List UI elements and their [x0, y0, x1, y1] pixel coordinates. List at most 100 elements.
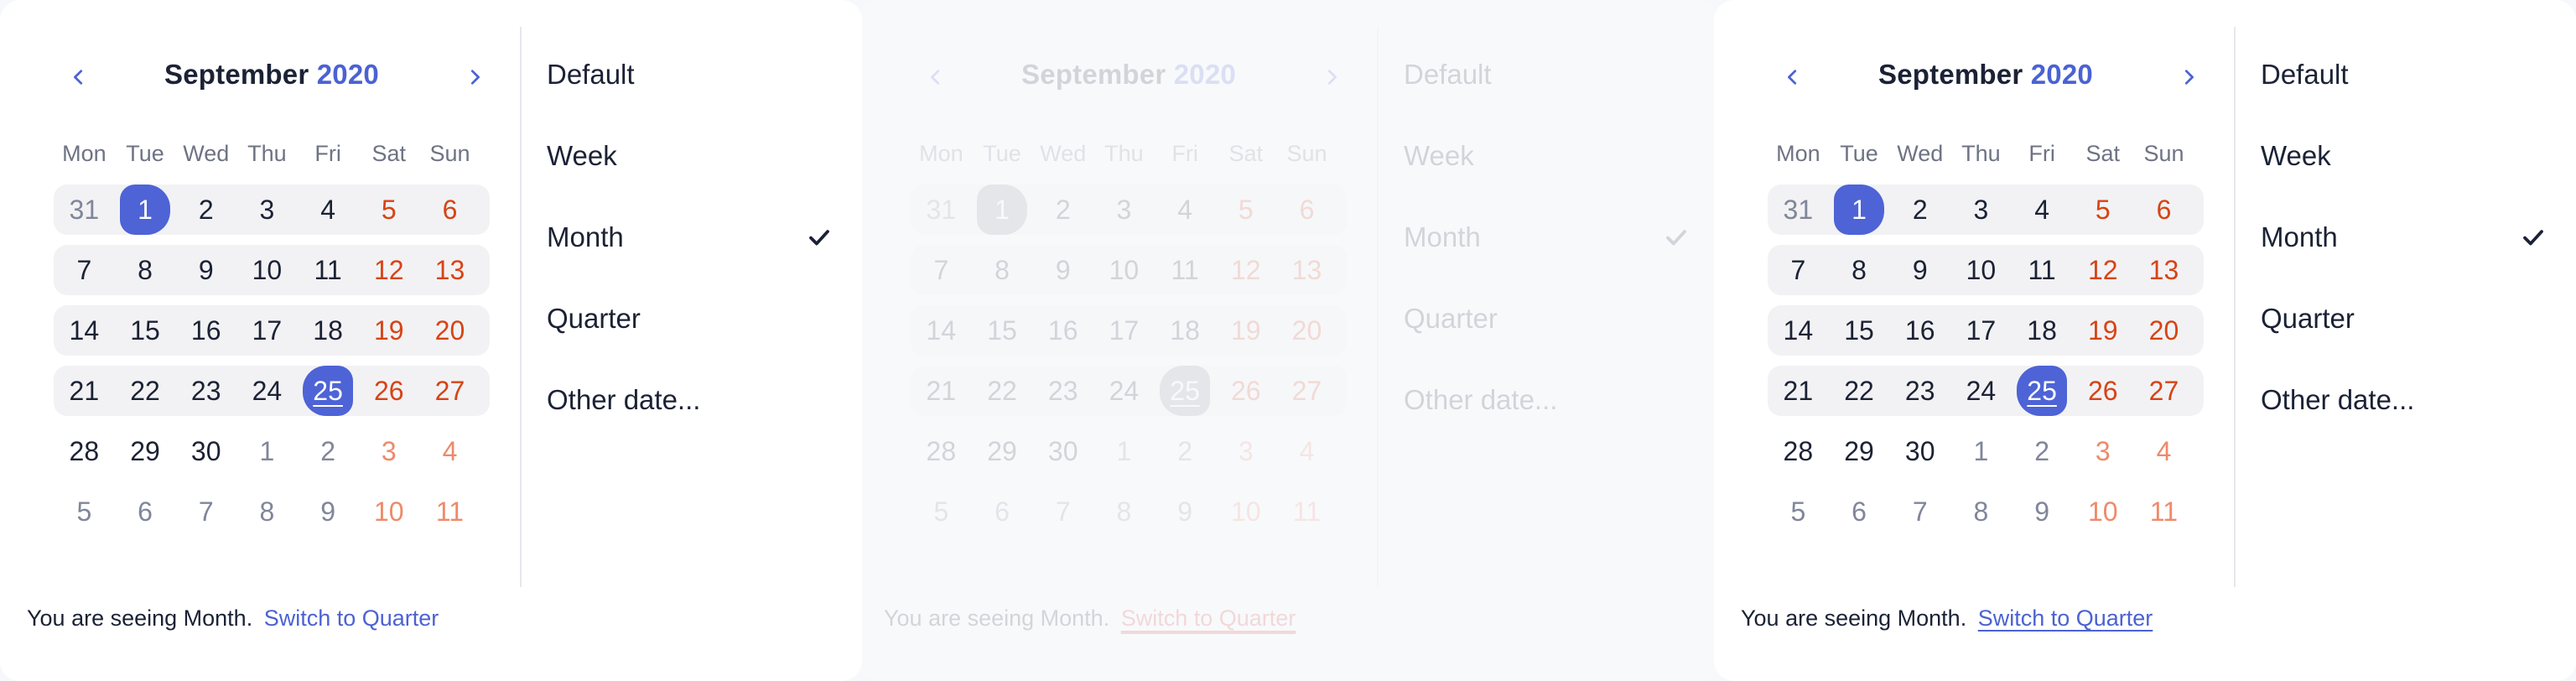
day-cell[interactable]: 31	[54, 185, 115, 235]
day-cell[interactable]: 15	[972, 305, 1033, 356]
day-cell[interactable]: 12	[1215, 245, 1276, 295]
day-cell[interactable]: 5	[54, 486, 115, 537]
day-cell[interactable]: 6	[972, 486, 1033, 537]
day-cell[interactable]: 21	[54, 366, 115, 416]
menu-item-month[interactable]: Month	[547, 213, 832, 294]
day-cell[interactable]: 27	[419, 366, 480, 416]
menu-item-quarter[interactable]: Quarter	[547, 294, 832, 376]
day-cell[interactable]: 3	[1215, 426, 1276, 476]
day-cell[interactable]: 7	[1889, 486, 1950, 537]
day-cell[interactable]: 3	[358, 426, 419, 476]
day-cell[interactable]: 11	[298, 245, 359, 295]
day-cell[interactable]: 16	[1889, 305, 1950, 356]
day-cell[interactable]: 9	[1032, 245, 1093, 295]
day-cell[interactable]: 2	[175, 185, 236, 235]
day-cell[interactable]: 12	[2072, 245, 2133, 295]
day-cell[interactable]: 14	[1768, 305, 1829, 356]
day-cell[interactable]: 21	[1768, 366, 1829, 416]
day-cell[interactable]: 5	[911, 486, 972, 537]
menu-item-other-date[interactable]: Other date...	[2261, 376, 2546, 457]
day-cell[interactable]: 8	[1950, 486, 2012, 537]
day-cell[interactable]: 1	[236, 426, 298, 476]
day-cell[interactable]: 23	[175, 366, 236, 416]
day-cell[interactable]: 20	[2133, 305, 2194, 356]
day-cell[interactable]: 12	[358, 245, 419, 295]
day-cell[interactable]: 16	[175, 305, 236, 356]
day-cell[interactable]: 10	[236, 245, 298, 295]
day-cell[interactable]: 17	[1950, 305, 2012, 356]
day-cell[interactable]: 10	[1215, 486, 1276, 537]
day-cell[interactable]: 24	[1093, 366, 1155, 416]
day-cell[interactable]: 10	[1950, 245, 2012, 295]
day-cell[interactable]: 28	[54, 426, 115, 476]
switch-to-quarter-link[interactable]: Switch to Quarter	[264, 606, 439, 631]
menu-item-default[interactable]: Default	[547, 50, 832, 132]
day-cell[interactable]: 2	[1032, 185, 1093, 235]
day-cell[interactable]: 21	[911, 366, 972, 416]
day-range-end[interactable]: 25	[1155, 366, 1216, 416]
day-cell[interactable]: 2	[1889, 185, 1950, 235]
day-cell[interactable]: 27	[2133, 366, 2194, 416]
day-cell[interactable]: 4	[1276, 426, 1337, 476]
day-cell[interactable]: 9	[1155, 486, 1216, 537]
day-range-start[interactable]: 1	[115, 185, 176, 235]
day-cell[interactable]: 3	[2072, 426, 2133, 476]
day-cell[interactable]: 8	[1829, 245, 1890, 295]
day-cell[interactable]: 24	[236, 366, 298, 416]
day-cell[interactable]: 23	[1032, 366, 1093, 416]
day-cell[interactable]: 13	[419, 245, 480, 295]
day-cell[interactable]: 6	[1276, 185, 1337, 235]
day-cell[interactable]: 3	[1093, 185, 1155, 235]
day-cell[interactable]: 2	[1155, 426, 1216, 476]
day-cell[interactable]: 28	[911, 426, 972, 476]
menu-item-other-date[interactable]: Other date...	[1404, 376, 1689, 457]
day-cell[interactable]: 2	[298, 426, 359, 476]
day-range-end[interactable]: 25	[298, 366, 359, 416]
menu-item-month[interactable]: Month	[2261, 213, 2546, 294]
day-cell[interactable]: 17	[236, 305, 298, 356]
menu-item-default[interactable]: Default	[2261, 50, 2546, 132]
day-cell[interactable]: 5	[358, 185, 419, 235]
menu-item-quarter[interactable]: Quarter	[1404, 294, 1689, 376]
day-cell[interactable]: 31	[1768, 185, 1829, 235]
day-cell[interactable]: 20	[1276, 305, 1337, 356]
day-cell[interactable]: 22	[972, 366, 1033, 416]
day-cell[interactable]: 30	[175, 426, 236, 476]
day-cell[interactable]: 23	[1889, 366, 1950, 416]
day-cell[interactable]: 3	[1950, 185, 2012, 235]
day-cell[interactable]: 28	[1768, 426, 1829, 476]
day-cell[interactable]: 5	[1215, 185, 1276, 235]
day-cell[interactable]: 5	[2072, 185, 2133, 235]
day-cell[interactable]: 4	[298, 185, 359, 235]
day-cell[interactable]: 4	[419, 426, 480, 476]
day-cell[interactable]: 11	[2133, 486, 2194, 537]
day-cell[interactable]: 6	[1829, 486, 1890, 537]
day-cell[interactable]: 7	[175, 486, 236, 537]
menu-item-quarter[interactable]: Quarter	[2261, 294, 2546, 376]
day-cell[interactable]: 7	[1032, 486, 1093, 537]
day-cell[interactable]: 11	[1276, 486, 1337, 537]
day-cell[interactable]: 7	[1768, 245, 1829, 295]
day-cell[interactable]: 30	[1889, 426, 1950, 476]
day-cell[interactable]: 27	[1276, 366, 1337, 416]
day-cell[interactable]: 22	[1829, 366, 1890, 416]
day-cell[interactable]: 4	[2133, 426, 2194, 476]
menu-item-default[interactable]: Default	[1404, 50, 1689, 132]
next-month-button[interactable]	[1311, 57, 1352, 97]
next-month-button[interactable]	[454, 57, 495, 97]
day-cell[interactable]: 29	[115, 426, 176, 476]
day-cell[interactable]: 9	[175, 245, 236, 295]
day-cell[interactable]: 4	[1155, 185, 1216, 235]
day-cell[interactable]: 13	[2133, 245, 2194, 295]
day-cell[interactable]: 10	[1093, 245, 1155, 295]
day-cell[interactable]: 10	[2072, 486, 2133, 537]
day-cell[interactable]: 8	[1093, 486, 1155, 537]
day-range-start[interactable]: 1	[1829, 185, 1890, 235]
day-cell[interactable]: 18	[1155, 305, 1216, 356]
menu-item-week[interactable]: Week	[2261, 132, 2546, 213]
day-cell[interactable]: 29	[1829, 426, 1890, 476]
day-cell[interactable]: 19	[2072, 305, 2133, 356]
day-cell[interactable]: 30	[1032, 426, 1093, 476]
day-cell[interactable]: 9	[2012, 486, 2073, 537]
day-cell[interactable]: 13	[1276, 245, 1337, 295]
